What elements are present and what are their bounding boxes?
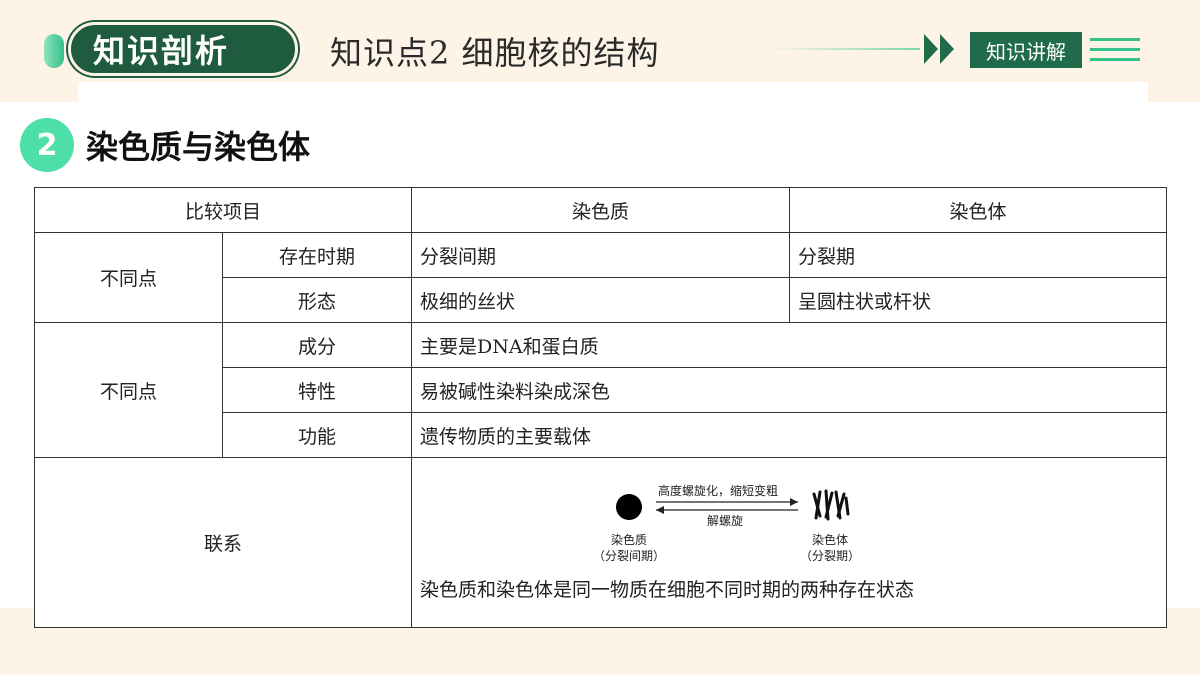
header-cell-item: 比较项目 [33,187,413,233]
row-item: 特性 [221,367,413,413]
header-badge-label: 知识讲解 [986,39,1066,64]
double-chevron-icon [924,34,954,64]
row-item: 功能 [221,412,413,458]
row-item: 形态 [221,277,413,323]
shared-value: 易被碱性染料染成深色 [411,367,1168,413]
chromosome-value: 呈圆柱状或杆状 [789,277,1168,323]
header-accent-bar [44,34,64,68]
chromosome-caption: 染色体 （分裂期） [770,532,890,564]
shared-value: 主要是DNA和蛋白质 [411,322,1168,368]
panel-tab [78,82,1148,104]
shared-value: 遗传物质的主要载体 [411,412,1168,458]
comparison-table: 比较项目 染色质 染色体 不同点 存在时期 分裂间期 分裂期 形态 极细的丝状 … [33,187,1168,628]
section-number: 2 [36,127,58,163]
similarities-label: 不同点 [34,322,223,458]
chromatin-caption-period: （分裂间期） [593,549,666,563]
relation-text: 染色质和染色体是同一物质在细胞不同时期的两种存在状态 [420,579,915,601]
row-item: 成分 [221,322,413,368]
header-badge: 知识讲解 [970,32,1082,68]
chromatin-dot [616,494,643,520]
chromatin-value: 极细的丝状 [411,277,791,323]
chromatin-caption-name: 染色质 [611,533,648,547]
section-title: 染色质与染色体 [86,128,311,166]
table-row: 不同点 成分 主要是DNA和蛋白质 [34,322,1168,458]
chromatin-chromosome-diagram: 染色质 （分裂间期） 高度螺旋化，缩短变粗 解螺旋 染色体 （分裂期） [412,458,1166,573]
menu-lines-icon [1090,38,1140,62]
relation-cell: 染色质 （分裂间期） 高度螺旋化，缩短变粗 解螺旋 染色体 （分裂期） 染色质和… [411,457,1168,628]
page-title: 知识点2 细胞核的结构 [330,34,660,72]
differences-label: 不同点 [34,232,223,323]
arrow-bottom-label: 解螺旋 [707,514,744,528]
chromatin-caption: 染色质 （分裂间期） [569,532,689,564]
section-number-badge: 2 [20,118,74,172]
header-cell-chromatin: 染色质 [411,187,791,233]
header-section-pill: 知识剖析 [68,22,298,76]
chromatin-value: 分裂间期 [411,232,791,278]
arrow-top-label: 高度螺旋化，缩短变粗 [658,484,779,498]
row-item: 存在时期 [221,232,413,278]
relation-label: 联系 [33,457,413,628]
header-section-label: 知识剖析 [93,32,230,70]
chromosome-icon [812,489,850,521]
relation-row: 联系 染色质 （分裂间期） 高度螺旋化，缩短变粗 解螺旋 染色体 （分裂期） 染… [33,457,1168,628]
table-header-row: 比较项目 染色质 染色体 [33,187,1168,233]
chromosome-caption-period: （分裂期） [800,549,861,563]
table-row: 不同点 存在时期 分裂间期 分裂期 [34,232,1168,323]
header-cell-chromosome: 染色体 [789,187,1168,233]
header-divider-line [770,48,920,50]
chromosome-caption-name: 染色体 [812,533,849,547]
chromosome-value: 分裂期 [789,232,1168,278]
